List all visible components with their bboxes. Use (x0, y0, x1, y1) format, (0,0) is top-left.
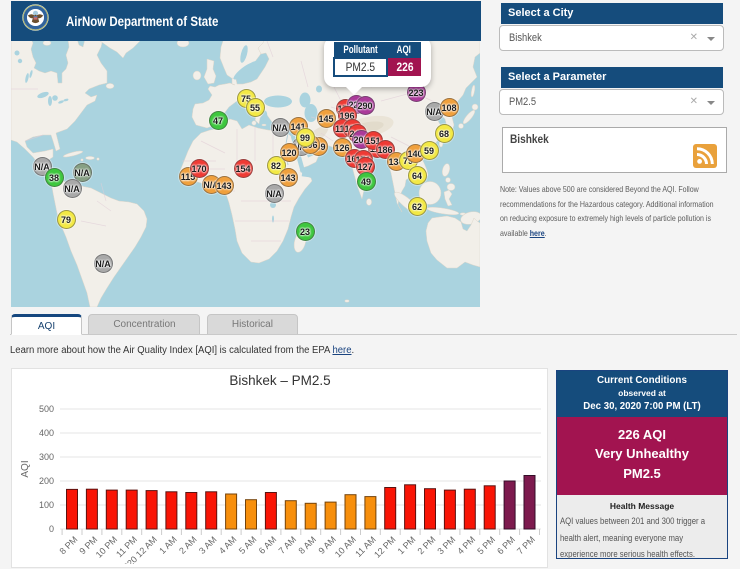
svg-text:10 PM: 10 PM (94, 534, 119, 559)
svg-text:4 AM: 4 AM (217, 534, 239, 556)
svg-text:300: 300 (39, 452, 54, 462)
svg-text:200: 200 (39, 476, 54, 486)
svg-text:6 AM: 6 AM (257, 534, 279, 556)
svg-text:1 AM: 1 AM (157, 534, 179, 556)
svg-text:5 AM: 5 AM (237, 534, 259, 556)
svg-text:7 PM: 7 PM (515, 534, 537, 556)
svg-text:7 AM: 7 AM (277, 534, 299, 556)
svg-text:3 PM: 3 PM (435, 534, 457, 556)
svg-text:100: 100 (39, 500, 54, 510)
svg-text:2 AM: 2 AM (177, 534, 199, 556)
svg-text:6 PM: 6 PM (495, 534, 517, 556)
svg-text:2 PM: 2 PM (415, 534, 437, 556)
svg-text:0: 0 (49, 524, 54, 534)
svg-text:Bishkek – PM2.5: Bishkek – PM2.5 (229, 373, 330, 388)
svg-text:8 PM: 8 PM (57, 534, 79, 556)
svg-text:400: 400 (39, 428, 54, 438)
svg-text:1 PM: 1 PM (396, 534, 418, 556)
svg-text:12 PM: 12 PM (372, 534, 397, 559)
svg-text:3 AM: 3 AM (197, 534, 219, 556)
svg-text:10 AM: 10 AM (333, 534, 358, 559)
svg-text:500: 500 (39, 404, 54, 414)
svg-text:4 PM: 4 PM (455, 534, 477, 556)
svg-text:AQI: AQI (20, 460, 31, 477)
svg-text:8 AM: 8 AM (297, 534, 319, 556)
svg-text:5 PM: 5 PM (475, 534, 497, 556)
